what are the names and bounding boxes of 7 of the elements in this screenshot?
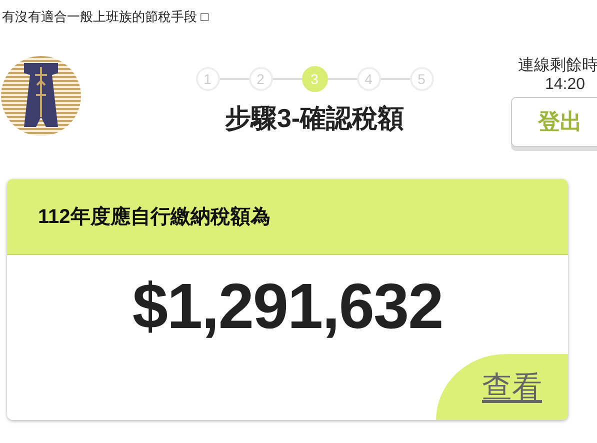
session-time: 14:20 (544, 76, 585, 94)
top-text: 有沒有適合一般上班族的節稅手段 □ (1, 8, 210, 26)
step-circle: 3 (302, 66, 328, 92)
page-title: 步驟3-確認稅額 (224, 102, 404, 135)
view-link[interactable]: 查看 (436, 354, 568, 420)
card-heading: 112年度應自行繳納稅額為 (38, 204, 270, 230)
tax-amount: $1,291,632 (131, 269, 444, 343)
